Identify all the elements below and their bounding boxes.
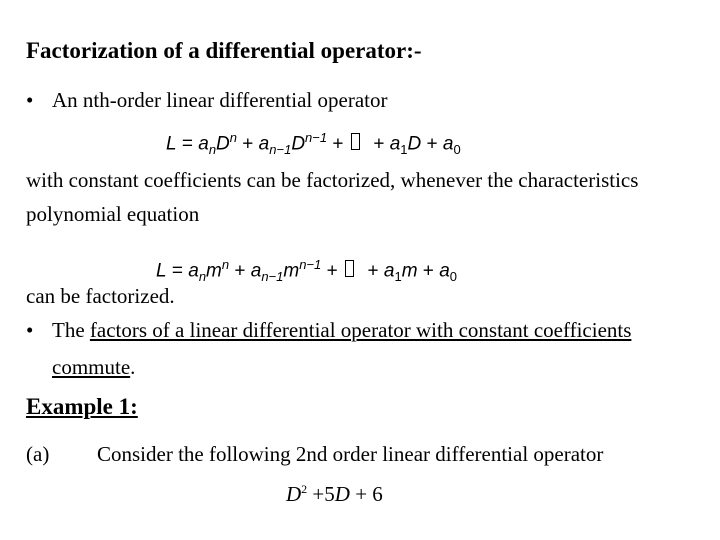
bullet-1: • An nth-order linear differential operat… (26, 88, 387, 113)
part-a-label: (a) (26, 442, 50, 466)
part-a-text: Consider the following 2nd order linear … (97, 442, 604, 466)
equation-operator: L = anDn + an−1Dn−1 + + a1D + a0 (166, 130, 461, 158)
ellipsis-placeholder-icon (344, 260, 354, 278)
bullet-1-text: An nth-order linear differential operato… (52, 88, 388, 112)
example-heading: Example 1: (26, 394, 138, 419)
ellipsis-placeholder-icon (350, 133, 360, 151)
bullet-icon: • (26, 88, 34, 112)
paragraph-2: can be factorized. (26, 284, 175, 308)
equation-characteristic: L = anmn + an−1mn−1 + + a1m + a0 (156, 257, 457, 285)
equation-example: D2 +5D + 6 (286, 482, 383, 506)
bullet-icon: • (26, 318, 34, 342)
bullet-2-line-2: commute. (52, 355, 136, 379)
paragraph-1-line-1: with constant coefficients can be factor… (26, 168, 639, 192)
bullet-2-underlined: factors of a linear differential operato… (89, 318, 632, 342)
bullet-2: • The factors of a linear differential op… (26, 318, 631, 343)
page-title: Factorization of a differential operator… (26, 38, 422, 63)
bullet-2-prefix: The (52, 318, 90, 342)
paragraph-1-line-2: polynomial equation (26, 202, 200, 226)
bullet-2-commute: commute (52, 355, 131, 379)
